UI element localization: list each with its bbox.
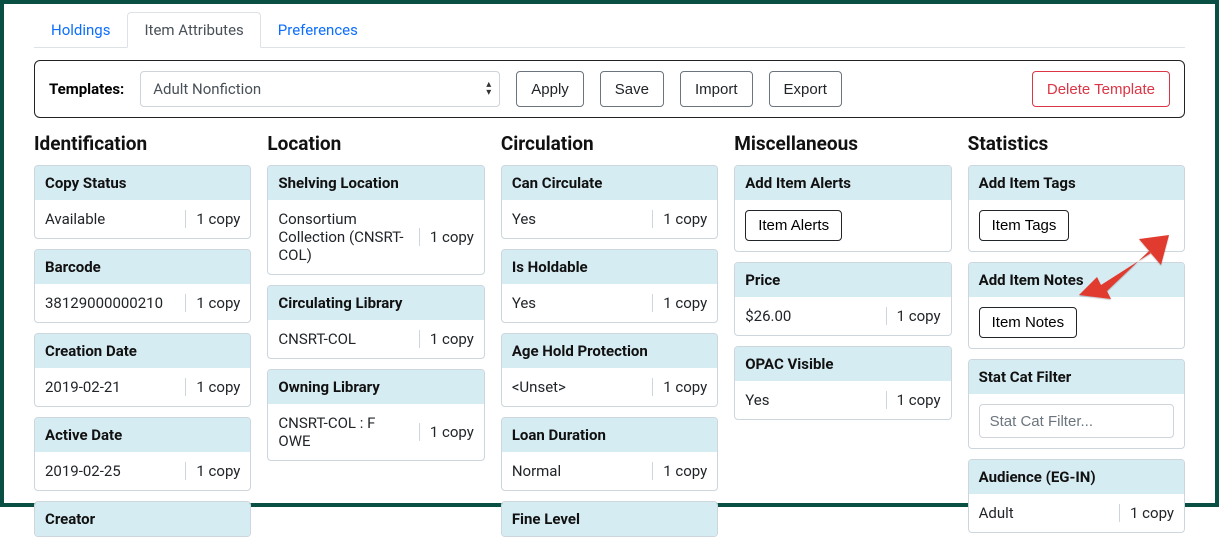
card-label: Audience (EG-IN) — [969, 460, 1184, 494]
col-title: Miscellaneous — [734, 132, 951, 155]
card-label: Stat Cat Filter — [969, 360, 1184, 394]
card-label: Creator — [35, 502, 250, 536]
card-label: Is Holdable — [502, 250, 717, 284]
card-count: 1 copy — [185, 210, 240, 228]
card-label: Loan Duration — [502, 418, 717, 452]
card-label: Copy Status — [35, 166, 250, 200]
templates-select[interactable]: Adult Nonfiction ▴▾ — [140, 71, 500, 107]
card-stat-cat-filter: Stat Cat Filter — [968, 359, 1185, 449]
card-value: <Unset> — [512, 378, 642, 396]
card-count: 1 copy — [652, 378, 707, 396]
card-label: Circulating Library — [268, 286, 483, 320]
card-copy-status[interactable]: Copy Status Available 1 copy — [34, 165, 251, 239]
card-count: 1 copy — [886, 307, 941, 325]
save-button[interactable]: Save — [600, 71, 664, 107]
card-age-hold-protection[interactable]: Age Hold Protection <Unset> 1 copy — [501, 333, 718, 407]
col-title: Location — [267, 132, 484, 155]
card-count: 1 copy — [419, 330, 474, 348]
card-count: 1 copy — [185, 378, 240, 396]
card-value: CNSRT-COL : F OWE — [278, 414, 408, 450]
tab-preferences[interactable]: Preferences — [261, 12, 375, 48]
card-count: 1 copy — [652, 462, 707, 480]
col-title: Circulation — [501, 132, 718, 155]
card-value: 2019-02-25 — [45, 462, 175, 480]
col-miscellaneous: Miscellaneous Add Item Alerts Item Alert… — [734, 132, 951, 547]
tab-item-attributes[interactable]: Item Attributes — [127, 12, 260, 48]
card-count: 1 copy — [652, 210, 707, 228]
card-count: 1 copy — [185, 462, 240, 480]
card-label: Price — [735, 263, 950, 297]
col-location: Location Shelving Location Consortium Co… — [267, 132, 484, 547]
card-value: Yes — [512, 294, 642, 312]
col-identification: Identification Copy Status Available 1 c… — [34, 132, 251, 547]
item-tags-button[interactable]: Item Tags — [979, 210, 1070, 241]
card-label: Add Item Notes — [969, 263, 1184, 297]
card-creator[interactable]: Creator — [34, 501, 251, 537]
attribute-columns: Identification Copy Status Available 1 c… — [34, 132, 1185, 547]
tab-bar: Holdings Item Attributes Preferences — [34, 12, 1185, 48]
col-title: Statistics — [968, 132, 1185, 155]
card-fine-level[interactable]: Fine Level — [501, 501, 718, 537]
card-label: Age Hold Protection — [502, 334, 717, 368]
col-circulation: Circulation Can Circulate Yes 1 copy Is … — [501, 132, 718, 547]
card-barcode[interactable]: Barcode 38129000000210 1 copy — [34, 249, 251, 323]
card-value: Normal — [512, 462, 642, 480]
card-owning-library[interactable]: Owning Library CNSRT-COL : F OWE 1 copy — [267, 369, 484, 461]
card-value: CNSRT-COL — [278, 330, 408, 348]
card-active-date[interactable]: Active Date 2019-02-25 1 copy — [34, 417, 251, 491]
card-value: $26.00 — [745, 307, 875, 325]
templates-label: Templates: — [49, 80, 124, 98]
stat-cat-filter-input[interactable] — [979, 404, 1174, 438]
templates-selected-value: Adult Nonfiction — [153, 80, 261, 98]
col-title: Identification — [34, 132, 251, 155]
card-add-item-notes: Add Item Notes Item Notes — [968, 262, 1185, 349]
card-shelving-location[interactable]: Shelving Location Consortium Collection … — [267, 165, 484, 275]
import-button[interactable]: Import — [680, 71, 753, 107]
card-label: Fine Level — [502, 502, 717, 536]
card-is-holdable[interactable]: Is Holdable Yes 1 copy — [501, 249, 718, 323]
card-count: 1 copy — [652, 294, 707, 312]
card-count: 1 copy — [886, 391, 941, 409]
card-creation-date[interactable]: Creation Date 2019-02-21 1 copy — [34, 333, 251, 407]
card-count: 1 copy — [419, 228, 474, 246]
card-label: Add Item Alerts — [735, 166, 950, 200]
card-loan-duration[interactable]: Loan Duration Normal 1 copy — [501, 417, 718, 491]
item-notes-button[interactable]: Item Notes — [979, 307, 1078, 338]
card-value: Available — [45, 210, 175, 228]
card-label: Barcode — [35, 250, 250, 284]
card-add-item-alerts: Add Item Alerts Item Alerts — [734, 165, 951, 252]
card-value: 38129000000210 — [45, 294, 175, 312]
card-label: Add Item Tags — [969, 166, 1184, 200]
delete-template-button[interactable]: Delete Template — [1032, 71, 1170, 107]
card-label: OPAC Visible — [735, 347, 950, 381]
card-count: 1 copy — [185, 294, 240, 312]
export-button[interactable]: Export — [769, 71, 842, 107]
card-label: Can Circulate — [502, 166, 717, 200]
item-alerts-button[interactable]: Item Alerts — [745, 210, 842, 241]
card-count: 1 copy — [419, 423, 474, 441]
tab-holdings[interactable]: Holdings — [34, 12, 127, 48]
card-add-item-tags: Add Item Tags Item Tags — [968, 165, 1185, 252]
template-bar: Templates: Adult Nonfiction ▴▾ Apply Sav… — [34, 60, 1185, 118]
col-statistics: Statistics Add Item Tags Item Tags Add I… — [968, 132, 1185, 547]
card-value: 2019-02-21 — [45, 378, 175, 396]
card-label: Owning Library — [268, 370, 483, 404]
card-value: Yes — [745, 391, 875, 409]
card-audience[interactable]: Audience (EG-IN) Adult 1 copy — [968, 459, 1185, 533]
card-price[interactable]: Price $26.00 1 copy — [734, 262, 951, 336]
card-opac-visible[interactable]: OPAC Visible Yes 1 copy — [734, 346, 951, 420]
card-value: Consortium Collection (CNSRT-COL) — [278, 210, 408, 264]
card-value: Yes — [512, 210, 642, 228]
card-circulating-library[interactable]: Circulating Library CNSRT-COL 1 copy — [267, 285, 484, 359]
apply-button[interactable]: Apply — [516, 71, 584, 107]
chevron-up-down-icon: ▴▾ — [486, 81, 491, 97]
card-label: Shelving Location — [268, 166, 483, 200]
card-label: Active Date — [35, 418, 250, 452]
card-label: Creation Date — [35, 334, 250, 368]
card-can-circulate[interactable]: Can Circulate Yes 1 copy — [501, 165, 718, 239]
